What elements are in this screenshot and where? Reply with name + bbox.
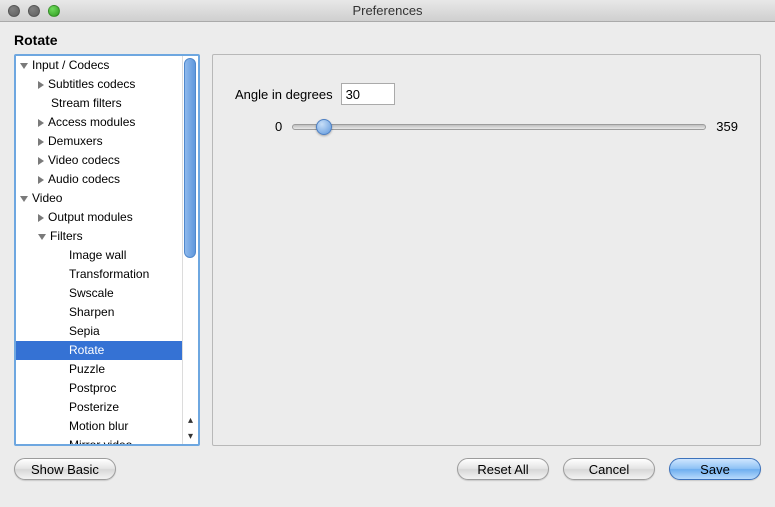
tree-item-label: Input / Codecs — [32, 56, 109, 75]
tree-item-label: Swscale — [69, 284, 114, 303]
tree-item-label: Subtitles codecs — [48, 75, 135, 94]
chevron-right-icon[interactable] — [38, 81, 44, 89]
tree-item[interactable]: Swscale — [16, 284, 182, 303]
cancel-button[interactable]: Cancel — [563, 458, 655, 480]
chevron-down-icon[interactable] — [20, 196, 28, 202]
chevron-right-icon[interactable] — [38, 214, 44, 222]
slider-max-label: 359 — [716, 119, 738, 134]
scrollbar-thumb[interactable] — [184, 58, 196, 258]
minimize-icon[interactable] — [28, 5, 40, 17]
tree-item[interactable]: Postproc — [16, 379, 182, 398]
tree-item-label: Output modules — [48, 208, 133, 227]
tree-item[interactable]: Transformation — [16, 265, 182, 284]
chevron-right-icon[interactable] — [38, 119, 44, 127]
scroll-up-icon[interactable]: ▴ — [183, 412, 199, 428]
scrollbar[interactable]: ▴ ▾ — [182, 56, 198, 444]
tree-item-label: Demuxers — [48, 132, 103, 151]
tree-item[interactable]: Audio codecs — [16, 170, 182, 189]
tree-item[interactable]: Rotate — [16, 341, 182, 360]
tree-item[interactable]: Video codecs — [16, 151, 182, 170]
tree-item-label: Postproc — [69, 379, 116, 398]
tree-item[interactable]: Output modules — [16, 208, 182, 227]
tree-item-label: Video — [32, 189, 62, 208]
tree-item-label: Access modules — [48, 113, 135, 132]
tree-item-label: Image wall — [69, 246, 126, 265]
tree-item-label: Video codecs — [48, 151, 120, 170]
angle-slider[interactable] — [292, 124, 706, 130]
chevron-right-icon[interactable] — [38, 176, 44, 184]
preferences-tree[interactable]: Input / CodecsSubtitles codecsStream fil… — [14, 54, 200, 446]
tree-item[interactable]: Access modules — [16, 113, 182, 132]
zoom-icon[interactable] — [48, 5, 60, 17]
chevron-right-icon[interactable] — [38, 157, 44, 165]
tree-item-label: Transformation — [69, 265, 149, 284]
tree-item-label: Puzzle — [69, 360, 105, 379]
tree-item[interactable]: Motion blur — [16, 417, 182, 436]
tree-item[interactable]: Mirror video — [16, 436, 182, 444]
slider-min-label: 0 — [275, 119, 282, 134]
angle-input[interactable] — [341, 83, 395, 105]
tree-item[interactable]: Image wall — [16, 246, 182, 265]
traffic-lights — [8, 5, 60, 17]
tree-item[interactable]: Input / Codecs — [16, 56, 182, 75]
window-title: Preferences — [0, 3, 775, 18]
save-button[interactable]: Save — [669, 458, 761, 480]
tree-item[interactable]: Filters — [16, 227, 182, 246]
tree-item[interactable]: Puzzle — [16, 360, 182, 379]
tree-item[interactable]: Stream filters — [16, 94, 182, 113]
tree-item-label: Filters — [50, 227, 83, 246]
tree-item[interactable]: Video — [16, 189, 182, 208]
tree-item[interactable]: Demuxers — [16, 132, 182, 151]
tree-item[interactable]: Subtitles codecs — [16, 75, 182, 94]
tree-item-label: Audio codecs — [48, 170, 120, 189]
tree-item-label: Sepia — [69, 322, 100, 341]
tree-item-label: Rotate — [69, 341, 104, 360]
show-basic-button[interactable]: Show Basic — [14, 458, 116, 480]
close-icon[interactable] — [8, 5, 20, 17]
tree-item-label: Sharpen — [69, 303, 114, 322]
slider-thumb[interactable] — [316, 119, 332, 135]
tree-item-label: Posterize — [69, 398, 119, 417]
tree-item[interactable]: Sharpen — [16, 303, 182, 322]
reset-all-button[interactable]: Reset All — [457, 458, 549, 480]
tree-item-label: Mirror video — [69, 436, 132, 444]
page-title: Rotate — [0, 22, 775, 54]
window-titlebar: Preferences — [0, 0, 775, 22]
scroll-down-icon[interactable]: ▾ — [183, 428, 199, 444]
chevron-right-icon[interactable] — [38, 138, 44, 146]
settings-panel: Angle in degrees 0 359 — [212, 54, 761, 446]
tree-item[interactable]: Posterize — [16, 398, 182, 417]
tree-item[interactable]: Sepia — [16, 322, 182, 341]
chevron-down-icon[interactable] — [20, 63, 28, 69]
tree-item-label: Motion blur — [69, 417, 128, 436]
angle-label: Angle in degrees — [235, 87, 333, 102]
tree-item-label: Stream filters — [51, 94, 122, 113]
chevron-down-icon[interactable] — [38, 234, 46, 240]
